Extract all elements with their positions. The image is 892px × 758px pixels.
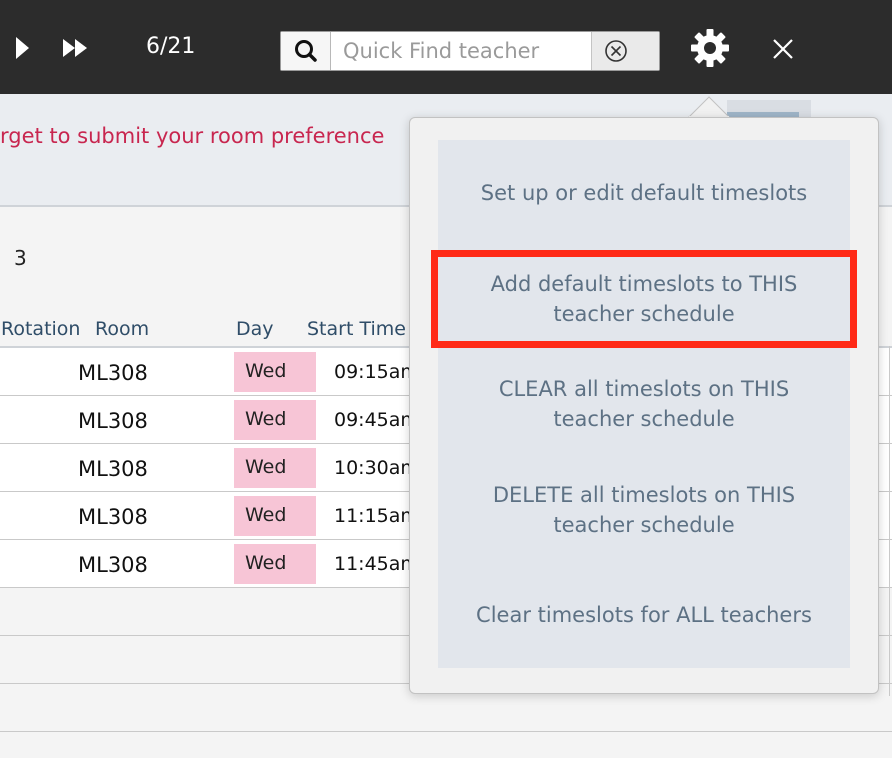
room-cell: ML308 xyxy=(78,361,148,385)
menu-item-add-default-timeslots[interactable]: Add default timeslots to THIS teacher sc… xyxy=(431,250,857,348)
day-label: Wed xyxy=(245,408,287,430)
app-window: 6/21 Quick Find teacher rget to submit y… xyxy=(0,0,892,758)
menu-item-delete-timeslots[interactable]: DELETE all timeslots on THIS teacher sch… xyxy=(438,480,850,540)
day-chip: Wed xyxy=(234,400,316,440)
search-icon xyxy=(295,40,317,62)
quick-find-input[interactable] xyxy=(333,33,591,69)
room-cell: ML308 xyxy=(78,457,148,481)
close-icon xyxy=(773,39,793,59)
panel-edge xyxy=(878,346,890,696)
menu-item-label: DELETE all timeslots on THIS xyxy=(492,483,796,507)
start-time-cell: 09:45am xyxy=(334,409,419,431)
quick-find-search xyxy=(280,31,660,71)
column-header-rotation[interactable]: Rotation xyxy=(1,318,80,340)
play-button[interactable] xyxy=(2,30,42,66)
day-label: Wed xyxy=(245,504,287,526)
fast-forward-button[interactable] xyxy=(56,30,96,66)
week-number: 3 xyxy=(14,246,27,270)
menu-item-clear-all-teachers[interactable]: Clear timeslots for ALL teachers xyxy=(438,600,850,630)
settings-menu: Set up or edit default timeslots Add def… xyxy=(409,117,879,694)
menu-item-clear-timeslots[interactable]: CLEAR all timeslots on THIS teacher sche… xyxy=(438,374,850,434)
start-time-cell: 11:15am xyxy=(334,505,419,527)
column-header-room[interactable]: Room xyxy=(95,318,149,340)
start-time-cell: 11:45am xyxy=(334,553,419,575)
fast-forward-icon xyxy=(63,39,87,57)
search-button[interactable] xyxy=(281,32,331,70)
start-time-cell: 09:15am xyxy=(334,361,419,383)
menu-item-label: teacher schedule xyxy=(553,302,735,326)
close-button[interactable] xyxy=(766,32,800,66)
room-cell: ML308 xyxy=(78,409,148,433)
day-label: Wed xyxy=(245,456,287,478)
day-chip: Wed xyxy=(234,352,316,392)
play-icon xyxy=(16,37,29,59)
record-counter: 6/21 xyxy=(146,34,196,59)
menu-caret xyxy=(688,96,730,118)
settings-menu-list: Set up or edit default timeslots Add def… xyxy=(431,140,857,668)
day-chip: Wed xyxy=(234,496,316,536)
menu-item-label: Add default timeslots to THIS xyxy=(490,272,798,296)
day-chip: Wed xyxy=(234,448,316,488)
column-header-day[interactable]: Day xyxy=(236,318,274,340)
top-toolbar: 6/21 xyxy=(0,0,892,94)
column-header-start-time[interactable]: Start Time xyxy=(307,318,406,340)
day-chip: Wed xyxy=(234,544,316,584)
menu-item-label: Clear timeslots for ALL teachers xyxy=(476,603,812,627)
empty-row xyxy=(0,732,892,758)
menu-item-label: teacher schedule xyxy=(553,407,735,431)
gear-icon xyxy=(691,29,729,67)
notice-text: rget to submit your room preference xyxy=(0,124,385,148)
room-cell: ML308 xyxy=(78,505,148,529)
menu-item-label: Set up or edit default timeslots xyxy=(480,181,808,205)
settings-button[interactable] xyxy=(688,26,732,70)
clear-icon xyxy=(605,40,627,62)
start-time-cell: 10:30am xyxy=(334,457,419,479)
menu-item-setup-default-timeslots[interactable]: Set up or edit default timeslots xyxy=(438,178,850,208)
menu-item-label: teacher schedule xyxy=(553,513,735,537)
day-label: Wed xyxy=(245,552,287,574)
menu-item-label: CLEAR all timeslots on THIS xyxy=(498,377,790,401)
search-clear-button[interactable] xyxy=(591,32,659,70)
room-cell: ML308 xyxy=(78,553,148,577)
day-label: Wed xyxy=(245,360,287,382)
